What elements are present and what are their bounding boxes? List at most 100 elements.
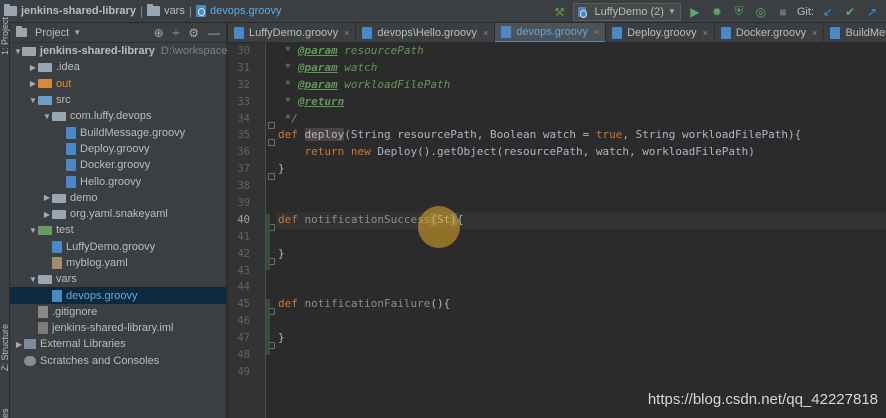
tree-item[interactable]: devops.groovy (10, 287, 226, 304)
tree-item[interactable]: LuffyDemo.groovy (10, 239, 226, 255)
code-line[interactable]: def notificationFailure(){ (276, 296, 886, 313)
breadcrumb-file[interactable]: devops.groovy (195, 5, 282, 17)
collapsed-arrow-icon[interactable]: ▶ (14, 340, 24, 349)
code-token: , String workloadFilePath){ (622, 128, 802, 142)
chevron-down-icon[interactable]: ▼ (73, 28, 81, 37)
code-line[interactable]: } (276, 161, 886, 178)
editor-tab[interactable]: devops\Hello.groovy × (356, 23, 496, 42)
vcs-change-marker[interactable] (266, 299, 270, 355)
tree-item[interactable]: ▶ org.yaml.snakeyaml (10, 206, 226, 222)
editor-tab[interactable]: devops.groovy × (495, 23, 607, 42)
tree-item[interactable]: BuildMessage.groovy (10, 124, 226, 140)
expanded-arrow-icon[interactable]: ▼ (28, 226, 38, 235)
code-line[interactable]: */ (276, 111, 886, 128)
code-line[interactable] (276, 364, 886, 381)
tree-item[interactable]: Deploy.groovy (10, 141, 226, 157)
favorites-tool-tab[interactable]: res (0, 395, 10, 418)
git-commit-icon[interactable]: ✔ (842, 4, 858, 20)
run-configuration-select[interactable]: LuffyDemo (2) ▼ (573, 2, 681, 21)
vcs-change-marker[interactable] (266, 214, 270, 270)
breadcrumb-folder[interactable]: vars | (147, 4, 196, 18)
close-icon[interactable]: × (483, 28, 488, 38)
tree-item-label: src (56, 94, 71, 107)
editor-tab[interactable]: Docker.groovy × (715, 23, 825, 42)
code-line[interactable]: * @param resourcePath (276, 43, 886, 60)
code-line[interactable]: * @param watch (276, 60, 886, 77)
gear-icon[interactable]: ⚙ (188, 26, 199, 40)
editor-tab[interactable]: LuffyDemo.groovy × (228, 23, 357, 42)
line-number: 49 (237, 365, 250, 378)
tree-item-label: vars (56, 273, 77, 286)
tree-item[interactable]: ▼ src (10, 92, 226, 108)
code-line[interactable]: } (276, 330, 886, 347)
fold-marker[interactable] (268, 122, 275, 129)
line-number: 45 (237, 298, 250, 311)
expanded-arrow-icon[interactable]: ▼ (42, 112, 52, 121)
tree-item[interactable]: ▶ .idea (10, 59, 226, 75)
scratches-icon (24, 355, 36, 366)
code-line[interactable]: def deploy(String resourcePath, Boolean … (276, 127, 886, 144)
tree-item[interactable]: ▼ jenkins-shared-library D:\workspace\luff… (10, 43, 251, 59)
tree-item-label: External Libraries (40, 338, 126, 351)
close-icon[interactable]: × (812, 28, 817, 38)
expanded-arrow-icon[interactable]: ▼ (28, 96, 38, 105)
code-line[interactable]: } (276, 246, 886, 263)
tree-item[interactable]: ▶ External Libraries (10, 336, 226, 352)
git-push-icon[interactable]: ↗ (864, 4, 880, 20)
code-line[interactable] (276, 195, 886, 212)
collapsed-arrow-icon[interactable]: ▶ (28, 63, 38, 72)
close-icon[interactable]: × (594, 27, 599, 37)
code-line[interactable] (276, 313, 886, 330)
tree-item[interactable]: ▶ out (10, 76, 226, 92)
code-line[interactable] (276, 279, 886, 296)
close-icon[interactable]: × (703, 28, 708, 38)
breadcrumb-project[interactable]: jenkins-shared-library | (4, 4, 147, 18)
collapsed-arrow-icon[interactable]: ▶ (42, 193, 52, 202)
code-line[interactable] (276, 347, 886, 364)
groovy-file-icon (612, 27, 623, 39)
code-line[interactable]: * @param workloadFilePath (276, 77, 886, 94)
tree-item[interactable]: ▶ demo (10, 190, 226, 206)
editor-tab[interactable]: BuildMessage.groov× (824, 23, 886, 42)
hide-panel-icon[interactable]: — (208, 26, 220, 40)
coverage-icon[interactable]: ⛨ (731, 4, 747, 20)
tree-item[interactable]: ▼ vars (10, 271, 226, 287)
collapse-all-icon[interactable]: ÷ (173, 26, 180, 40)
line-number: 33 (237, 95, 250, 108)
code-line[interactable] (276, 263, 886, 280)
code-line[interactable] (276, 229, 886, 246)
debug-icon[interactable]: ✹ (709, 4, 725, 20)
collapsed-arrow-icon[interactable]: ▶ (28, 79, 38, 88)
editor-tab[interactable]: Deploy.groovy × (606, 23, 715, 42)
code-line[interactable]: return new Deploy().getObject(resourcePa… (276, 144, 886, 161)
code-line[interactable] (276, 178, 886, 195)
fold-marker[interactable] (268, 173, 275, 180)
project-view-selector[interactable]: Project (35, 27, 69, 39)
project-tool-tab[interactable]: 1: Project (0, 17, 10, 55)
profile-icon[interactable]: ◎ (753, 4, 769, 20)
code-token: new (350, 145, 378, 159)
tree-item[interactable]: myblog.yaml (10, 255, 226, 271)
tree-item[interactable]: .gitignore (10, 304, 226, 320)
code-line[interactable]: * @return (276, 94, 886, 111)
tree-item[interactable]: ▼ com.luffy.devops (10, 108, 226, 124)
tree-item[interactable]: jenkins-shared-library.iml (10, 320, 226, 336)
locate-file-icon[interactable]: ⊕ (154, 26, 164, 40)
tree-item-label: jenkins-shared-library (39, 45, 155, 58)
structure-tool-tab[interactable]: Z: Structure (0, 324, 10, 371)
tree-item[interactable]: ▼ test (10, 222, 226, 238)
collapsed-arrow-icon[interactable]: ▶ (42, 210, 52, 219)
expanded-arrow-icon[interactable]: ▼ (14, 47, 22, 56)
expanded-arrow-icon[interactable]: ▼ (28, 275, 38, 284)
code-editor[interactable]: * @param resourcePath * @param watch * @… (276, 43, 886, 418)
tree-item[interactable]: Hello.groovy (10, 173, 226, 189)
build-hammer-icon[interactable]: ⚒ (551, 4, 567, 20)
run-icon[interactable]: ▶ (687, 4, 703, 20)
git-update-icon[interactable]: ↙ (820, 4, 836, 20)
fold-marker[interactable] (268, 139, 275, 146)
close-icon[interactable]: × (344, 28, 349, 38)
tree-item[interactable]: Docker.groovy (10, 157, 226, 173)
stop-icon[interactable]: ■ (775, 4, 791, 20)
tree-item[interactable]: Scratches and Consoles (10, 353, 226, 369)
code-line[interactable]: def notificationSuccess(St){ (276, 211, 886, 229)
